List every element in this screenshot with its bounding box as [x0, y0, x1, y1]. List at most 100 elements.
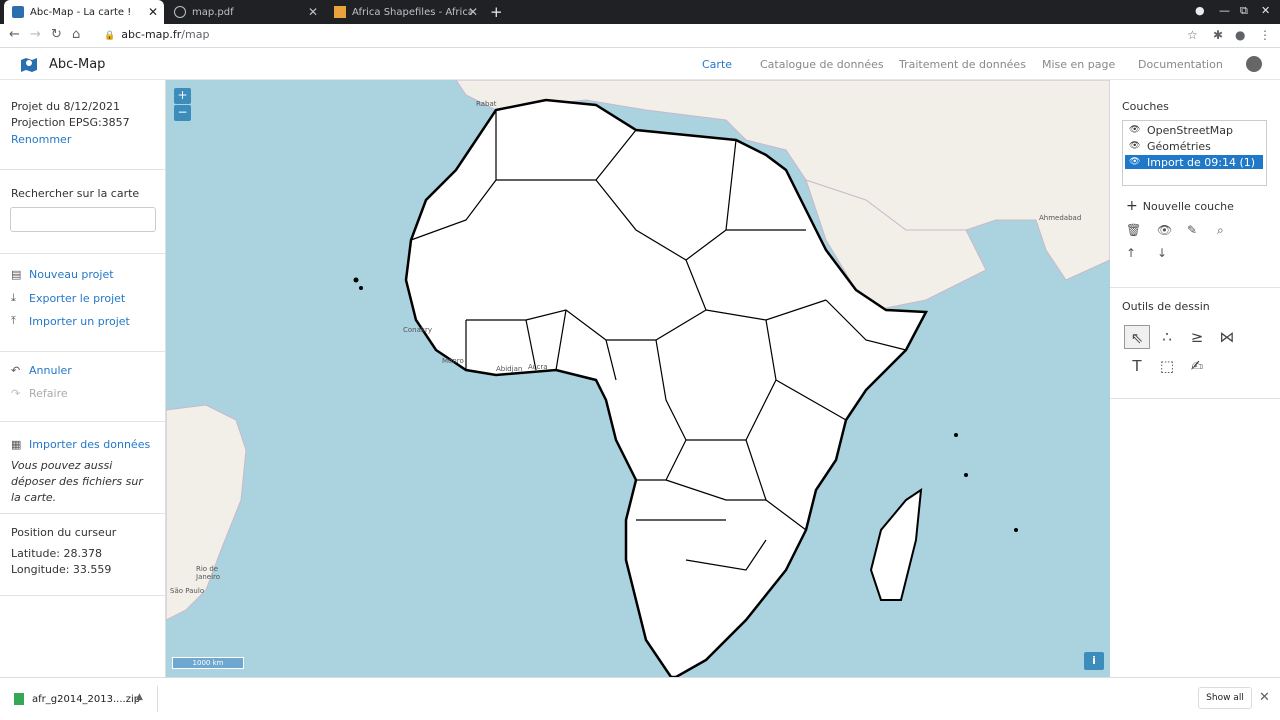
longitude-value: Longitude: 33.559 [11, 563, 112, 576]
left-sidebar: Projet du 8/12/2021 Projection EPSG:3857… [0, 80, 166, 677]
move-layer-up-icon[interactable]: ↑ [1126, 246, 1136, 260]
project-actions-section: ▤ Nouveau projet ⤓ Exporter le projet ⤒ Imp… [0, 254, 166, 352]
browser-toolbar: ← → ↻ ⌂ 🔒 abc-map.fr/map ☆ ✱ ● ⋮ [0, 24, 1280, 48]
close-tab-icon[interactable]: ✕ [468, 5, 478, 19]
map-label-rabat: Rabat [476, 100, 497, 108]
user-account-icon[interactable] [1246, 56, 1262, 72]
scale-bar: 1000 km [172, 657, 244, 669]
tab-title: map.pdf [192, 6, 234, 18]
line-tool-icon[interactable]: ≥ [1184, 325, 1210, 349]
chevron-up-icon[interactable]: ▲ [136, 692, 143, 702]
abc-map-logo-icon [21, 58, 37, 72]
map-search-input[interactable] [10, 207, 156, 232]
delete-layer-icon[interactable]: 🗑 [1126, 223, 1141, 237]
upload-icon: ⤒ [11, 314, 16, 327]
map-label-sao-paulo: São Paulo [170, 587, 205, 595]
select-tool-icon[interactable]: ⇖ [1124, 325, 1150, 349]
zoom-to-layer-icon[interactable]: ⌕ [1217, 223, 1224, 238]
layer-openstreetmap[interactable]: 👁 OpenStreetMap [1125, 123, 1263, 137]
eye-icon[interactable]: 👁 [1129, 157, 1143, 167]
url-path: /map [181, 28, 210, 41]
app-header: Abc-Map Carte Catalogue de données Trait… [0, 48, 1280, 80]
tab-africa-shapefiles[interactable]: Africa Shapefiles - Africa shap ✕ [326, 0, 484, 24]
import-data-button[interactable]: ▦ Importer des données [11, 438, 150, 451]
drop-hint: Vous pouvez aussi déposer des fichiers s… [11, 459, 143, 504]
tab-abc-map[interactable]: Abc-Map - La carte ! ✕ [4, 0, 164, 24]
divider [1110, 398, 1280, 399]
selection-box-tool-icon[interactable]: ⬚ [1154, 354, 1180, 378]
profile-icon[interactable]: ● [1235, 28, 1245, 42]
toggle-visibility-icon[interactable]: 👁 [1157, 223, 1172, 237]
zoom-out-button[interactable]: − [174, 105, 191, 121]
layer-label: Géométries [1147, 139, 1211, 153]
layer-label: OpenStreetMap [1147, 123, 1234, 137]
close-downloads-icon[interactable]: ✕ [1259, 690, 1270, 705]
close-tab-icon[interactable]: ✕ [308, 5, 318, 19]
undo-button[interactable]: ↶ Annuler [11, 364, 72, 377]
polygon-tool-icon[interactable]: ⋈ [1214, 325, 1240, 349]
new-tab-button[interactable]: + [490, 3, 503, 21]
nav-catalogue[interactable]: Catalogue de données [760, 58, 884, 71]
redo-label: Refaire [29, 387, 68, 400]
close-tab-icon[interactable]: ✕ [148, 5, 158, 19]
redo-button[interactable]: ↷ Refaire [11, 387, 68, 400]
edit-properties-tool-icon[interactable]: ✍ [1184, 354, 1210, 378]
history-section: ↶ Annuler ↷ Refaire [0, 352, 166, 422]
new-project-label: Nouveau projet [29, 268, 114, 281]
show-all-button[interactable]: Show all [1198, 687, 1252, 709]
layer-import[interactable]: 👁 Import de 09:14 (1) [1125, 155, 1263, 169]
map-label-rio: Rio de Janeiro [196, 565, 221, 581]
zip-file-icon [14, 693, 24, 705]
download-filename: afr_g2014_2013....zip [32, 693, 141, 705]
nav-mise-en-page[interactable]: Mise en page [1042, 58, 1115, 71]
point-tool-icon[interactable]: ∴ [1154, 325, 1180, 349]
nav-carte[interactable]: Carte [702, 58, 732, 71]
bookmark-star-icon[interactable]: ☆ [1187, 28, 1198, 42]
map-canvas[interactable]: Rabat Conakry Monro Abidjan Accra Rio de… [166, 80, 1110, 677]
text-tool-icon[interactable]: T [1124, 354, 1150, 378]
address-bar[interactable]: 🔒 abc-map.fr/map [104, 28, 209, 41]
import-data-label: Importer des données [29, 438, 151, 451]
map-label-conakry: Conakry [403, 326, 432, 334]
project-date: Projet du 8/12/2021 [11, 100, 120, 113]
back-icon[interactable]: ← [9, 27, 20, 42]
search-label: Rechercher sur la carte [11, 187, 140, 200]
lock-icon: 🔒 [104, 31, 116, 41]
attribution-info-button[interactable]: i [1084, 652, 1104, 670]
tab-map-pdf[interactable]: map.pdf ✕ [166, 0, 324, 24]
plus-icon: + [1126, 198, 1138, 214]
media-control-icon[interactable]: ● [1195, 4, 1205, 17]
table-icon: ▦ [11, 438, 22, 451]
minimize-icon[interactable]: — [1219, 4, 1230, 17]
url-domain: abc-map.fr [121, 28, 182, 41]
divider [1110, 287, 1280, 288]
export-project-button[interactable]: ⤓ Exporter le projet [11, 291, 125, 305]
eye-icon[interactable]: 👁 [1129, 125, 1143, 135]
eye-icon[interactable]: 👁 [1129, 141, 1143, 151]
app-brand[interactable]: Abc-Map [49, 57, 105, 72]
file-icon: ▤ [11, 268, 22, 281]
nav-traitement[interactable]: Traitement de données [899, 58, 1026, 71]
new-project-button[interactable]: ▤ Nouveau projet [11, 268, 114, 281]
home-icon[interactable]: ⌂ [72, 27, 80, 42]
right-sidebar: Couches 👁 OpenStreetMap 👁 Géométries 👁 Impo… [1110, 80, 1280, 677]
browser-menu-icon[interactable]: ⋮ [1259, 28, 1271, 42]
browser-tab-strip: Abc-Map - La carte ! ✕ map.pdf ✕ Africa … [0, 0, 1280, 24]
zoom-in-button[interactable]: + [174, 88, 191, 104]
nav-documentation[interactable]: Documentation [1138, 58, 1223, 71]
new-layer-button[interactable]: + Nouvelle couche [1126, 198, 1234, 214]
move-layer-down-icon[interactable]: ↓ [1157, 246, 1167, 260]
extensions-icon[interactable]: ✱ [1213, 28, 1223, 42]
edit-layer-icon[interactable]: ✎ [1187, 223, 1197, 237]
reload-icon[interactable]: ↻ [51, 27, 62, 42]
rename-link[interactable]: Renommer [11, 133, 71, 146]
layers-list: 👁 OpenStreetMap 👁 Géométries 👁 Import de 09… [1122, 120, 1267, 186]
import-project-button[interactable]: ⤒ Importer un projet [11, 314, 130, 328]
forward-icon[interactable]: → [30, 27, 41, 42]
cursor-position-section: Position du curseur Latitude: 28.378 Lon… [0, 514, 166, 596]
cursor-position-title: Position du curseur [11, 526, 117, 539]
close-window-icon[interactable]: ✕ [1261, 4, 1270, 17]
redo-icon: ↷ [11, 387, 21, 400]
layer-geometries[interactable]: 👁 Géométries [1125, 139, 1263, 153]
restore-icon[interactable]: ⧉ [1240, 4, 1248, 18]
